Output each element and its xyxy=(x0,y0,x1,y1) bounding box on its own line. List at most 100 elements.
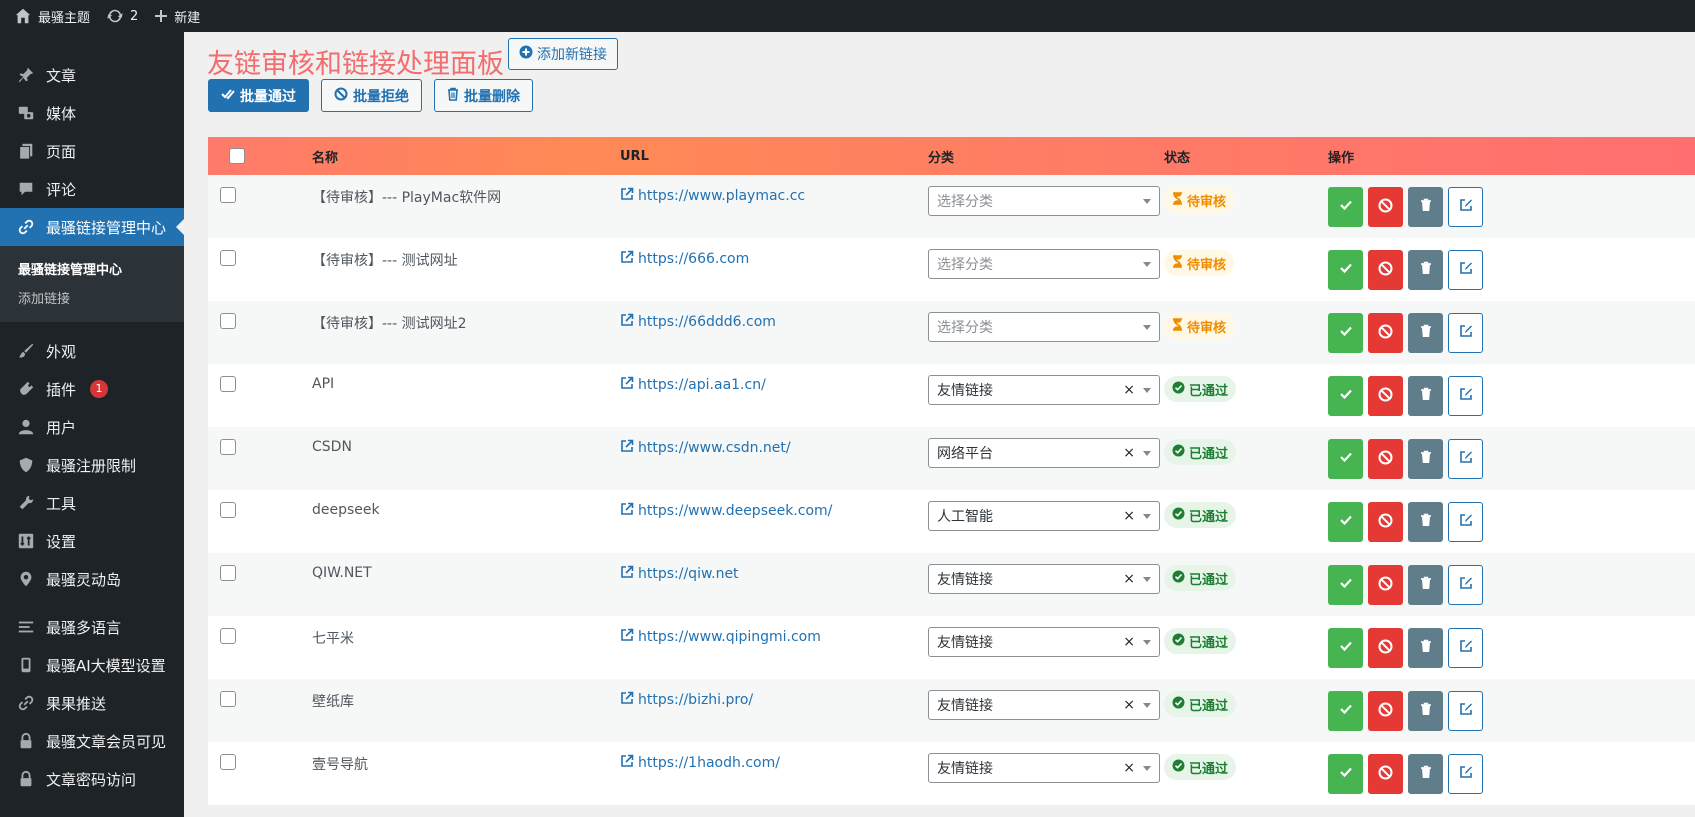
header-name[interactable]: 名称 xyxy=(300,137,608,175)
category-select[interactable]: 友情链接 × xyxy=(928,690,1160,720)
approve-button[interactable] xyxy=(1328,376,1363,416)
delete-button[interactable] xyxy=(1408,187,1443,227)
clear-category-icon[interactable]: × xyxy=(1123,508,1135,524)
edit-button[interactable] xyxy=(1448,250,1483,290)
category-select[interactable]: 友情链接 × xyxy=(928,375,1160,405)
edit-button[interactable] xyxy=(1448,187,1483,227)
reject-button[interactable] xyxy=(1368,628,1403,668)
delete-button[interactable] xyxy=(1408,565,1443,605)
row-checkbox[interactable] xyxy=(220,439,236,455)
reject-button[interactable] xyxy=(1368,376,1403,416)
reject-button[interactable] xyxy=(1368,565,1403,605)
menu-item-top-3[interactable]: 评论 xyxy=(0,170,184,208)
link-url[interactable]: https://api.aa1.cn/ xyxy=(620,376,904,394)
menu-item-extra-3[interactable]: 最骚文章会员可见 xyxy=(0,722,184,760)
reject-button[interactable] xyxy=(1368,754,1403,794)
link-url[interactable]: https://66ddd6.com xyxy=(620,313,904,331)
select-all-checkbox[interactable] xyxy=(229,148,245,164)
approve-button[interactable] xyxy=(1328,565,1363,605)
clear-category-icon[interactable]: × xyxy=(1123,697,1135,713)
header-category[interactable]: 分类 xyxy=(916,137,1152,175)
category-select[interactable]: 友情链接 × xyxy=(928,627,1160,657)
edit-button[interactable] xyxy=(1448,502,1483,542)
clear-category-icon[interactable]: × xyxy=(1123,445,1135,461)
reject-button[interactable] xyxy=(1368,313,1403,353)
delete-button[interactable] xyxy=(1408,691,1443,731)
link-url[interactable]: https://www.deepseek.com/ xyxy=(620,502,904,520)
approve-button[interactable] xyxy=(1328,628,1363,668)
add-new-link-button[interactable]: 添加新链接 xyxy=(508,38,618,70)
link-url[interactable]: https://www.csdn.net/ xyxy=(620,439,904,457)
menu-item-bottom-1[interactable]: 插件 1 xyxy=(0,370,184,408)
link-url[interactable]: https://1haodh.com/ xyxy=(620,754,904,772)
new-content-link[interactable]: 新建 xyxy=(146,0,208,32)
header-status[interactable]: 状态 xyxy=(1152,137,1316,175)
menu-item-bottom-5[interactable]: 设置 xyxy=(0,522,184,560)
edit-button[interactable] xyxy=(1448,439,1483,479)
approve-button[interactable] xyxy=(1328,691,1363,731)
menu-item-bottom-4[interactable]: 工具 xyxy=(0,484,184,522)
link-url[interactable]: https://www.playmac.cc xyxy=(620,187,904,205)
category-select[interactable]: 网络平台 × xyxy=(928,438,1160,468)
edit-button[interactable] xyxy=(1448,376,1483,416)
updates-link[interactable]: 2 xyxy=(98,0,146,32)
approve-button[interactable] xyxy=(1328,502,1363,542)
submenu-item-link-center[interactable]: 最骚链接管理中心 xyxy=(0,254,184,283)
menu-item-bottom-3[interactable]: 最骚注册限制 xyxy=(0,446,184,484)
link-url[interactable]: https://www.qipingmi.com xyxy=(620,628,904,646)
delete-button[interactable] xyxy=(1408,754,1443,794)
edit-button[interactable] xyxy=(1448,628,1483,668)
menu-item-extra-4[interactable]: 文章密码访问 xyxy=(0,760,184,798)
row-checkbox[interactable] xyxy=(220,313,236,329)
menu-item-bottom-0[interactable]: 外观 xyxy=(0,332,184,370)
row-checkbox[interactable] xyxy=(220,691,236,707)
category-select[interactable]: 友情链接 × xyxy=(928,753,1160,783)
site-name-link[interactable]: 最骚主题 xyxy=(0,0,98,32)
clear-category-icon[interactable]: × xyxy=(1123,571,1135,587)
clear-category-icon[interactable]: × xyxy=(1123,760,1135,776)
menu-item-top-2[interactable]: 页面 xyxy=(0,132,184,170)
bulk-reject-button[interactable]: 批量拒绝 xyxy=(321,79,422,112)
edit-button[interactable] xyxy=(1448,565,1483,605)
link-url[interactable]: https://qiw.net xyxy=(620,565,904,583)
header-url[interactable]: URL xyxy=(608,137,916,175)
bulk-delete-button[interactable]: 批量删除 xyxy=(434,79,533,112)
approve-button[interactable] xyxy=(1328,187,1363,227)
menu-item-top-1[interactable]: 媒体 xyxy=(0,94,184,132)
menu-item-extra-0[interactable]: 最骚多语言 xyxy=(0,608,184,646)
delete-button[interactable] xyxy=(1408,502,1443,542)
menu-item-bottom-2[interactable]: 用户 xyxy=(0,408,184,446)
link-url[interactable]: https://bizhi.pro/ xyxy=(620,691,904,709)
approve-button[interactable] xyxy=(1328,439,1363,479)
link-url[interactable]: https://666.com xyxy=(620,250,904,268)
delete-button[interactable] xyxy=(1408,376,1443,416)
menu-item-top-0[interactable]: 文章 xyxy=(0,56,184,94)
edit-button[interactable] xyxy=(1448,754,1483,794)
delete-button[interactable] xyxy=(1408,439,1443,479)
reject-button[interactable] xyxy=(1368,187,1403,227)
menu-item-bottom-6[interactable]: 最骚灵动岛 xyxy=(0,560,184,598)
reject-button[interactable] xyxy=(1368,502,1403,542)
approve-button[interactable] xyxy=(1328,754,1363,794)
edit-button[interactable] xyxy=(1448,313,1483,353)
row-checkbox[interactable] xyxy=(220,502,236,518)
edit-button[interactable] xyxy=(1448,691,1483,731)
delete-button[interactable] xyxy=(1408,250,1443,290)
category-select[interactable]: 人工智能 × xyxy=(928,501,1160,531)
delete-button[interactable] xyxy=(1408,313,1443,353)
category-select[interactable]: 选择分类 xyxy=(928,186,1160,216)
category-select[interactable]: 友情链接 × xyxy=(928,564,1160,594)
menu-item-top-4[interactable]: 最骚链接管理中心 xyxy=(0,208,184,246)
bulk-approve-button[interactable]: 批量通过 xyxy=(208,79,309,112)
row-checkbox[interactable] xyxy=(220,565,236,581)
submenu-item-add-link[interactable]: 添加链接 xyxy=(0,283,184,312)
reject-button[interactable] xyxy=(1368,691,1403,731)
row-checkbox[interactable] xyxy=(220,376,236,392)
approve-button[interactable] xyxy=(1328,250,1363,290)
row-checkbox[interactable] xyxy=(220,628,236,644)
category-select[interactable]: 选择分类 xyxy=(928,312,1160,342)
menu-item-extra-2[interactable]: 果果推送 xyxy=(0,684,184,722)
reject-button[interactable] xyxy=(1368,250,1403,290)
clear-category-icon[interactable]: × xyxy=(1123,634,1135,650)
menu-item-extra-1[interactable]: 最骚AI大模型设置 xyxy=(0,646,184,684)
